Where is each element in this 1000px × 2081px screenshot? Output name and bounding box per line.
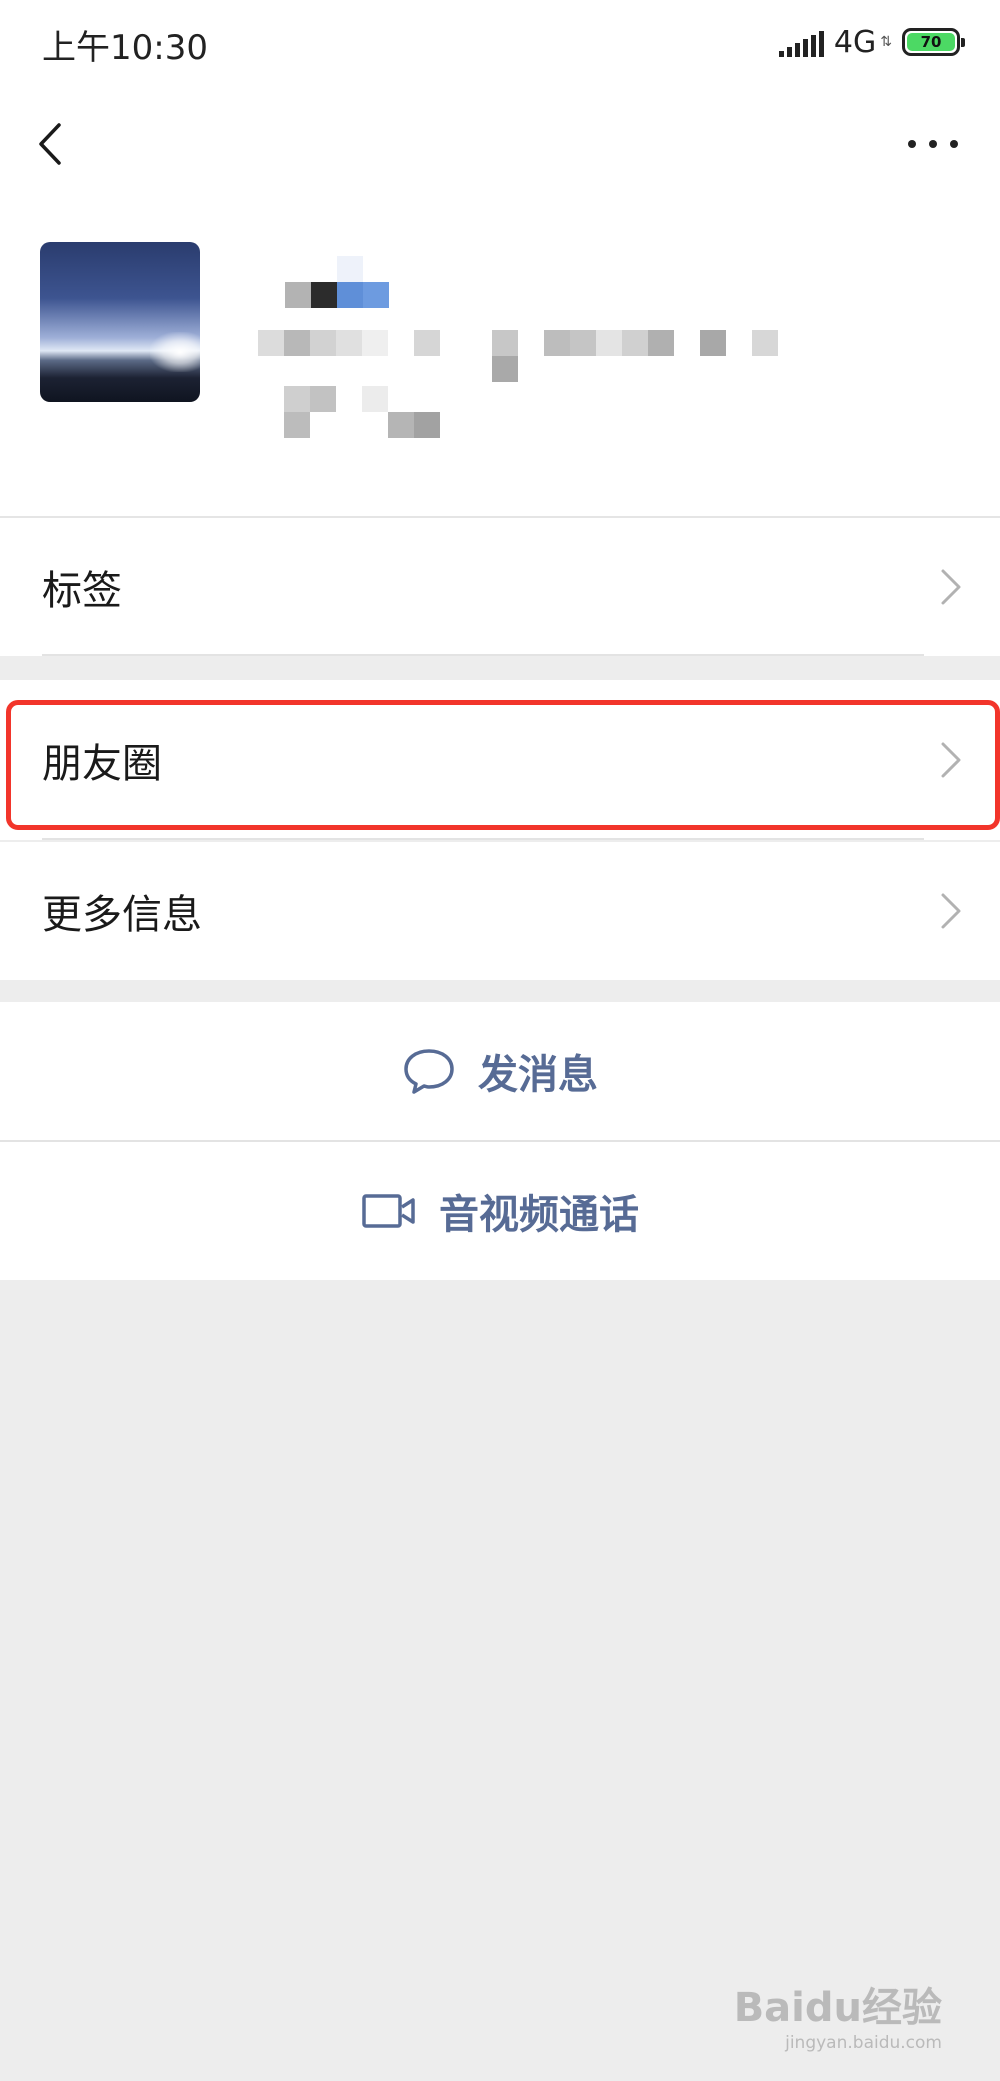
chevron-left-icon <box>39 123 61 165</box>
tags-row[interactable]: 标签 <box>0 518 1000 656</box>
more-info-label: 更多信息 <box>42 892 202 938</box>
tags-label: 标签 <box>42 568 122 614</box>
more-options-button[interactable] <box>908 124 958 164</box>
baidu-watermark: Baidu经验 jingyan.baidu.com <box>734 1975 942 2053</box>
watermark-site: jingyan.baidu.com <box>785 2033 942 2053</box>
moments-row[interactable]: 朋友圈 <box>0 680 1000 840</box>
chevron-right-icon <box>941 569 961 605</box>
network-type: 4G <box>833 24 877 60</box>
video-call-label: 音视频通话 <box>439 1192 639 1238</box>
send-message-button[interactable]: 发消息 <box>0 1002 1000 1140</box>
status-indicators: 4G ⇅ 70 <box>778 22 965 62</box>
back-button[interactable] <box>30 116 70 172</box>
more-info-row[interactable]: 更多信息 <box>0 842 1000 980</box>
video-camera-icon <box>362 1194 415 1228</box>
battery-level: 70 <box>907 33 955 51</box>
signal-icon <box>778 27 824 57</box>
data-activity-icon: ⇅ <box>880 34 892 50</box>
chevron-right-icon <box>941 893 961 929</box>
video-call-button[interactable]: 音视频通话 <box>0 1142 1000 1280</box>
chat-bubble-icon <box>404 1049 454 1094</box>
moments-label: 朋友圈 <box>42 741 162 787</box>
row-divider <box>42 654 924 656</box>
battery-icon: 70 <box>902 28 965 56</box>
more-dots-icon <box>908 140 916 148</box>
chevron-right-icon <box>941 742 961 778</box>
watermark-brand: Baidu经验 <box>733 1985 942 2031</box>
send-message-label: 发消息 <box>478 1052 598 1098</box>
pixelated-account-info <box>258 330 798 440</box>
avatar[interactable] <box>40 242 200 402</box>
pixelated-name <box>285 256 395 308</box>
row-divider <box>42 838 924 840</box>
status-time: 上午10:30 <box>42 28 208 68</box>
